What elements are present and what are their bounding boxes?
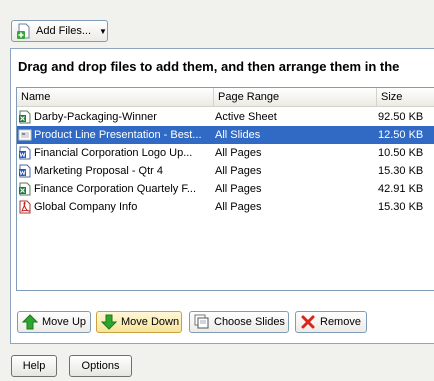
page-range[interactable]: Active Sheet [215,108,365,126]
arrow-up-icon [22,314,38,330]
remove-button[interactable]: Remove [295,311,367,333]
table-row[interactable]: Finance Corporation Quartely F... All Pa… [17,180,434,198]
choose-slides-button[interactable]: Choose Slides [189,311,289,333]
table-row[interactable]: Darby-Packaging-Winner Active Sheet 92.5… [17,108,434,126]
table-row[interactable]: Product Line Presentation - Best... All … [17,126,434,144]
powerpoint-file-icon [18,128,32,142]
move-up-label: Move Up [42,316,87,328]
add-files-button[interactable]: Add Files... ▼ [11,20,108,42]
file-size: 92.50 KB [378,111,424,123]
file-list[interactable]: Name Page Range Size Darby-Packaging-Win… [16,87,434,291]
word-file-icon [18,164,32,178]
pdf-file-icon [18,200,32,214]
table-row[interactable]: Global Company Info All Pages 15.30 KB [17,198,434,216]
page-range[interactable]: All Pages [215,144,365,162]
file-arrangement-panel: Drag and drop files to add them, and the… [10,48,434,344]
file-name: Darby-Packaging-Winner [34,111,157,123]
page-range[interactable]: All Pages [215,198,365,216]
remove-label: Remove [320,316,361,328]
table-row[interactable]: Marketing Proposal - Qtr 4 All Pages 15.… [17,162,434,180]
file-name: Finance Corporation Quartely F... [34,183,197,195]
move-down-button[interactable]: Move Down [96,311,182,333]
table-row[interactable]: Financial Corporation Logo Up... All Pag… [17,144,434,162]
file-name: Global Company Info [34,201,138,213]
file-size: 15.30 KB [378,201,424,213]
move-up-button[interactable]: Move Up [17,311,91,333]
list-header: Name Page Range Size [17,88,434,107]
arrow-down-icon [101,314,117,330]
choose-slides-label: Choose Slides [214,316,285,328]
slides-icon [194,314,210,330]
excel-file-icon [18,182,32,196]
file-name: Product Line Presentation - Best... [34,129,202,141]
page-range[interactable]: All Slides [215,126,365,144]
page-range[interactable]: All Pages [215,180,365,198]
excel-file-icon [18,110,32,124]
file-name: Marketing Proposal - Qtr 4 [34,165,163,177]
column-header-page-range[interactable]: Page Range [214,88,377,107]
add-files-label: Add Files... [36,25,92,37]
word-file-icon [18,146,32,160]
file-size: 15.30 KB [378,165,424,177]
column-header-name[interactable]: Name [17,88,214,107]
file-size: 42.91 KB [378,183,424,195]
move-down-label: Move Down [121,316,180,328]
file-name: Financial Corporation Logo Up... [34,147,193,159]
file-size: 12.50 KB [378,129,424,141]
page-range[interactable]: All Pages [215,162,365,180]
instruction-text: Drag and drop files to add them, and the… [18,59,400,74]
remove-x-icon [300,314,316,330]
file-size: 10.50 KB [378,147,424,159]
options-button[interactable]: Options [69,355,132,377]
chevron-down-icon[interactable]: ▼ [99,27,107,36]
column-header-size[interactable]: Size [377,88,434,107]
add-file-icon [16,23,32,39]
help-button[interactable]: Help [11,355,57,377]
